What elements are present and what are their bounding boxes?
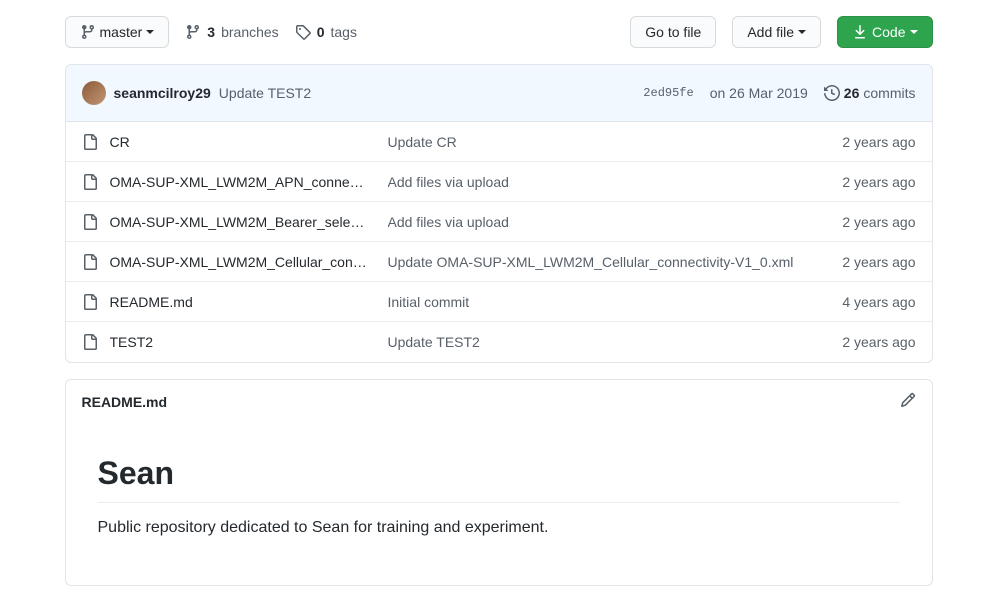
- file-icon: [82, 334, 98, 350]
- file-icon: [82, 294, 98, 310]
- readme-header: README.md: [66, 380, 932, 423]
- readme-box: README.md Sean Public repository dedicat…: [65, 379, 933, 586]
- tags-label: tags: [330, 24, 356, 40]
- readme-filename[interactable]: README.md: [82, 394, 168, 410]
- tag-icon: [295, 24, 311, 40]
- avatar[interactable]: [82, 81, 106, 105]
- file-commit-message[interactable]: Update CR: [388, 134, 827, 150]
- readme-paragraph: Public repository dedicated to Sean for …: [98, 519, 900, 537]
- download-icon: [852, 24, 868, 40]
- file-age: 2 years ago: [842, 254, 915, 270]
- git-branch-icon: [80, 24, 96, 40]
- file-commit-message[interactable]: Add files via upload: [388, 214, 827, 230]
- branches-link[interactable]: 3 branches: [185, 24, 278, 40]
- go-to-file-button[interactable]: Go to file: [630, 16, 716, 48]
- commit-date: on 26 Mar 2019: [710, 85, 808, 101]
- branch-name: master: [100, 22, 143, 42]
- file-age: 2 years ago: [842, 334, 915, 350]
- file-age: 2 years ago: [842, 174, 915, 190]
- history-icon: [824, 85, 840, 101]
- file-name[interactable]: OMA-SUP-XML_LWM2M_APN_conne…: [110, 174, 364, 190]
- latest-commit-bar: seanmcilroy29 Update TEST2 2ed95fe on 26…: [66, 65, 932, 122]
- file-row: CR Update CR 2 years ago: [66, 122, 932, 162]
- file-icon: [82, 134, 98, 150]
- file-row: TEST2 Update TEST2 2 years ago: [66, 322, 932, 362]
- file-row: OMA-SUP-XML_LWM2M_Cellular_con… Update OM…: [66, 242, 932, 282]
- file-name[interactable]: OMA-SUP-XML_LWM2M_Cellular_con…: [110, 254, 367, 270]
- file-icon: [82, 214, 98, 230]
- commits-label: commits: [863, 85, 915, 101]
- file-list-box: seanmcilroy29 Update TEST2 2ed95fe on 26…: [65, 64, 933, 363]
- caret-down-icon: [910, 30, 918, 38]
- file-commit-message[interactable]: Add files via upload: [388, 174, 827, 190]
- file-name[interactable]: TEST2: [110, 334, 154, 350]
- commit-sha[interactable]: 2ed95fe: [643, 86, 693, 100]
- commit-author[interactable]: seanmcilroy29: [114, 85, 211, 101]
- git-branch-icon: [185, 24, 201, 40]
- tags-count: 0: [317, 24, 325, 40]
- file-name[interactable]: README.md: [110, 294, 193, 310]
- file-name[interactable]: OMA-SUP-XML_LWM2M_Bearer_sele…: [110, 214, 365, 230]
- file-commit-message[interactable]: Initial commit: [388, 294, 827, 310]
- repo-action-bar: master 3 branches 0 tags Go to file Add …: [65, 16, 933, 48]
- commits-link[interactable]: 26 commits: [824, 85, 916, 101]
- file-commit-message[interactable]: Update TEST2: [388, 334, 827, 350]
- readme-body: Sean Public repository dedicated to Sean…: [66, 423, 932, 585]
- file-row: OMA-SUP-XML_LWM2M_Bearer_sele… Add files …: [66, 202, 932, 242]
- commit-message[interactable]: Update TEST2: [219, 85, 311, 101]
- edit-readme-button[interactable]: [900, 392, 916, 411]
- commits-count: 26: [844, 85, 860, 101]
- code-button[interactable]: Code: [837, 16, 932, 48]
- file-age: 4 years ago: [842, 294, 915, 310]
- branches-count: 3: [207, 24, 215, 40]
- caret-down-icon: [798, 30, 806, 38]
- file-name[interactable]: CR: [110, 134, 130, 150]
- add-file-button[interactable]: Add file: [732, 16, 821, 48]
- branches-label: branches: [221, 24, 279, 40]
- file-icon: [82, 254, 98, 270]
- file-age: 2 years ago: [842, 214, 915, 230]
- tags-link[interactable]: 0 tags: [295, 24, 357, 40]
- branch-select-button[interactable]: master: [65, 16, 170, 48]
- readme-title: Sean: [98, 455, 900, 503]
- file-row: README.md Initial commit 4 years ago: [66, 282, 932, 322]
- file-age: 2 years ago: [842, 134, 915, 150]
- file-row: OMA-SUP-XML_LWM2M_APN_conne… Add files vi…: [66, 162, 932, 202]
- file-commit-message[interactable]: Update OMA-SUP-XML_LWM2M_Cellular_connec…: [388, 254, 827, 270]
- pencil-icon: [900, 392, 916, 408]
- file-icon: [82, 174, 98, 190]
- caret-down-icon: [146, 30, 154, 38]
